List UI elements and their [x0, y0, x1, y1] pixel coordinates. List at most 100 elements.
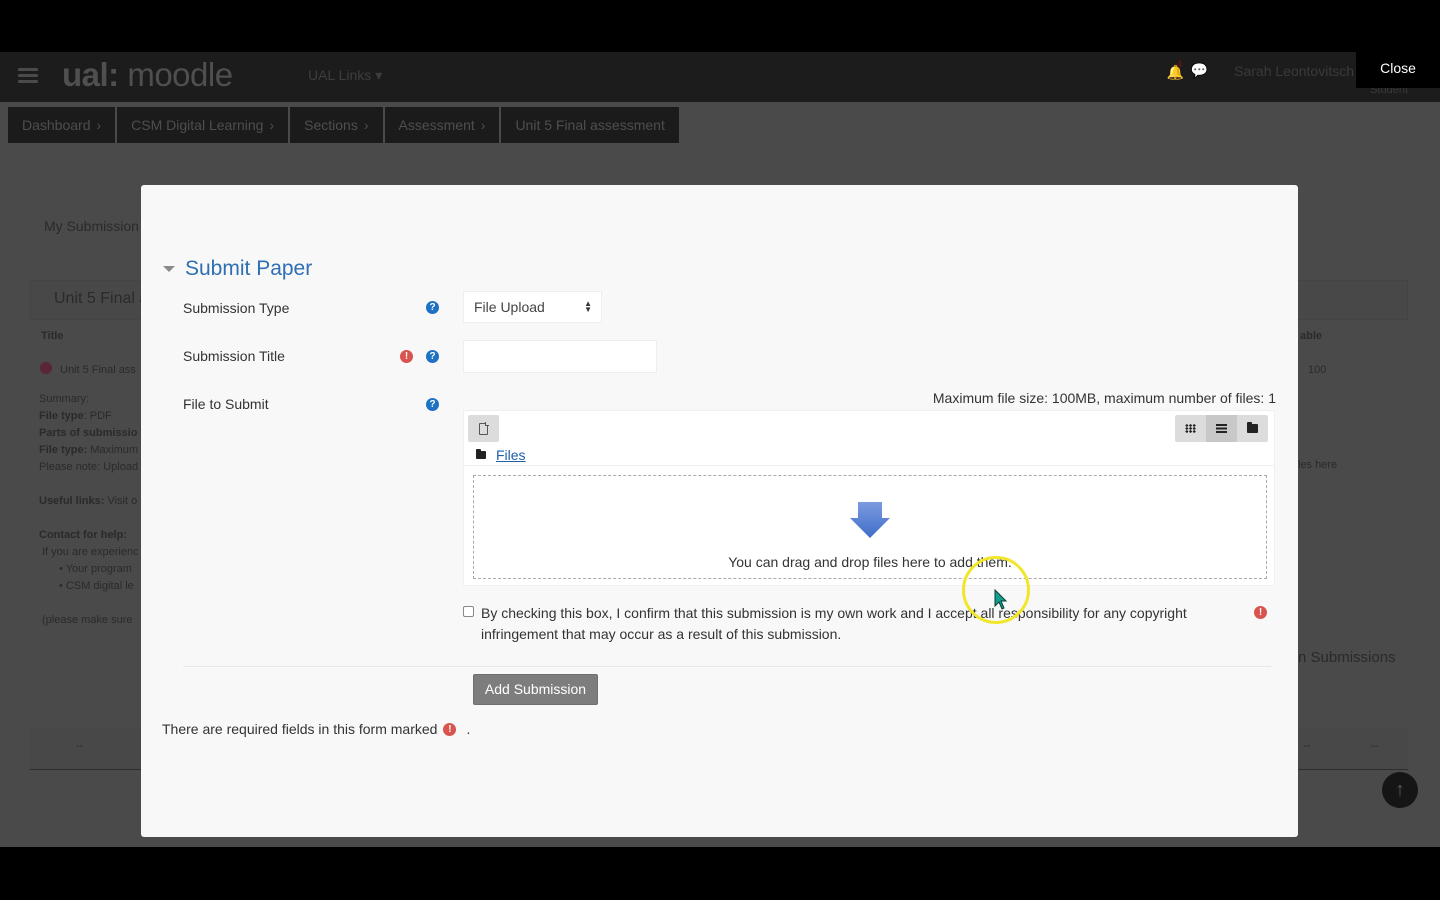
- screen: ual: moodle UAL Links ▾ 🔔 4 💬 Sarah Leont…: [0, 0, 1440, 900]
- scroll-to-top-button[interactable]: ↑: [1382, 772, 1418, 808]
- assignment-summary: Summary: File type: PDF Parts of submiss…: [39, 391, 139, 629]
- help-icon[interactable]: ?: [426, 301, 439, 314]
- breadcrumb-item-assessment[interactable]: Assessment ›: [384, 107, 500, 143]
- chevron-right-icon: ›: [480, 117, 486, 133]
- please-make-sure: (please make sure: [42, 614, 133, 626]
- breadcrumb-item-current[interactable]: Unit 5 Final assessment: [501, 107, 679, 143]
- section-title: Submit Paper: [185, 257, 313, 280]
- parts-label: Parts of submissio: [39, 427, 138, 439]
- breadcrumb-label: Assessment: [398, 117, 475, 133]
- useful-links-line: Useful links: Visit o: [39, 493, 139, 510]
- submission-title-label: Submission Title: [183, 348, 285, 364]
- confirm-checkbox[interactable]: [463, 606, 474, 617]
- breadcrumb-item-sections[interactable]: Sections ›: [290, 107, 383, 143]
- submission-type-value: File Upload: [474, 299, 545, 315]
- parts-line: Parts of submissio: [39, 425, 139, 442]
- contact-item: • CSM digital le: [59, 580, 134, 592]
- breadcrumb-label: CSM Digital Learning: [131, 117, 264, 133]
- files-link[interactable]: Files: [496, 447, 526, 463]
- divider: [183, 666, 1271, 667]
- breadcrumb-item-course[interactable]: CSM Digital Learning ›: [117, 107, 289, 143]
- useful-links-value: Visit o: [104, 495, 138, 507]
- nav-right: 🔔 4 💬 Sarah Leontovitsch: [1167, 59, 1354, 80]
- please-note-line: Please note: Upload: [39, 461, 139, 473]
- required-icon: !: [400, 350, 413, 363]
- breadcrumb-label: Dashboard: [22, 117, 91, 133]
- folder-icon: [1247, 422, 1258, 433]
- contact-intro: If you are experienc: [42, 546, 139, 558]
- view-list-button[interactable]: [1206, 415, 1237, 442]
- file-icon: [479, 422, 489, 435]
- download-arrow-icon: [850, 502, 890, 538]
- chat-icon[interactable]: 💬: [1191, 62, 1208, 79]
- confirm-text[interactable]: By checking this box, I confirm that thi…: [481, 603, 1211, 645]
- file-type-line: File type: PDF: [39, 408, 139, 425]
- submission-title-input[interactable]: [463, 340, 657, 373]
- contact-item-text: CSM digital le: [65, 580, 134, 592]
- summary-line: Summary:: [39, 393, 90, 405]
- drop-zone-text: You can drag and drop files here to add …: [728, 554, 1012, 570]
- view-tree-button[interactable]: [1237, 415, 1268, 442]
- help-icon[interactable]: ?: [426, 398, 439, 411]
- required-icon: !: [443, 722, 457, 736]
- section-header[interactable]: Submit Paper: [163, 257, 312, 281]
- my-submission-tab[interactable]: My Submission: [44, 218, 139, 234]
- hamburger-menu-icon[interactable]: [18, 68, 38, 84]
- chevron-right-icon: ›: [269, 117, 275, 133]
- submit-paper-modal: Submit Paper Submission Type ? File Uplo…: [141, 185, 1298, 837]
- submission-type-select[interactable]: File Upload ▲ ▼: [463, 291, 602, 323]
- grid-icon: [1185, 424, 1196, 433]
- folder-icon: [476, 449, 486, 459]
- contact-line: Contact for help:: [39, 527, 139, 544]
- required-note-text: There are required fields in this form m…: [162, 721, 438, 737]
- file-picker: Files You can drag and drop files here t…: [463, 410, 1275, 586]
- submissions-heading: n Submissions: [1298, 649, 1396, 666]
- assignment-heading: Unit 5 Final a: [54, 290, 149, 307]
- file-type-value: : PDF: [83, 410, 112, 422]
- confirm-row: By checking this box, I confirm that thi…: [463, 603, 1263, 645]
- file-type2-value: Maximum: [87, 444, 139, 456]
- required-note: There are required fields in this form m…: [162, 721, 470, 737]
- col-title: Title: [41, 330, 64, 342]
- breadcrumb: Dashboard › CSM Digital Learning › Section…: [8, 107, 679, 143]
- select-arrows-icon: ▲ ▼: [584, 299, 592, 314]
- divider: [464, 465, 1274, 466]
- view-icons-button[interactable]: [1175, 415, 1206, 442]
- help-icon[interactable]: ?: [426, 350, 439, 363]
- chevron-right-icon: ›: [363, 117, 369, 133]
- col-available: able: [1300, 330, 1323, 342]
- useful-links-label: Useful links:: [39, 495, 105, 507]
- files-here-text: les here: [1298, 459, 1338, 471]
- arrow-up-icon: ↑: [1395, 779, 1405, 801]
- collapse-caret-icon[interactable]: [163, 266, 175, 272]
- assignment-row-title: Unit 5 Final ass: [60, 364, 136, 376]
- list-icon: [1216, 424, 1227, 433]
- contact-label: Contact for help:: [39, 529, 127, 541]
- bell-icon[interactable]: 🔔 4: [1167, 59, 1184, 80]
- caret-down-icon: ▾: [375, 67, 383, 83]
- row-cell: --: [76, 740, 84, 752]
- ual-links-label: UAL Links: [308, 67, 372, 83]
- contact-item: • Your program: [59, 563, 132, 575]
- status-icon: [40, 362, 52, 374]
- contact-item-text: Your program: [65, 563, 132, 575]
- assignment-row: Unit 5 Final ass: [40, 362, 136, 376]
- add-submission-button[interactable]: Add Submission: [473, 674, 598, 705]
- user-name[interactable]: Sarah Leontovitsch: [1234, 63, 1354, 79]
- breadcrumb-item-dashboard[interactable]: Dashboard ›: [8, 107, 116, 143]
- drop-zone[interactable]: You can drag and drop files here to add …: [473, 475, 1267, 579]
- close-overlay-button[interactable]: Close: [1356, 52, 1440, 88]
- ual-links-menu[interactable]: UAL Links ▾: [308, 67, 382, 84]
- row-cell: --: [1303, 740, 1311, 752]
- breadcrumb-label: Sections: [304, 117, 358, 133]
- breadcrumb-label: Unit 5 Final assessment: [515, 117, 665, 133]
- add-file-button[interactable]: [468, 415, 499, 442]
- chevron-right-icon: ›: [96, 117, 102, 133]
- file-path: Files: [476, 447, 526, 463]
- notification-badge: 4: [1176, 58, 1182, 69]
- marks-value: 100: [1308, 364, 1327, 376]
- mouse-cursor-icon: [994, 589, 1008, 610]
- file-type2-line: File type: Maximum: [39, 442, 139, 459]
- file-type2-label: File type:: [39, 444, 88, 456]
- site-logo[interactable]: ual: moodle: [62, 56, 233, 94]
